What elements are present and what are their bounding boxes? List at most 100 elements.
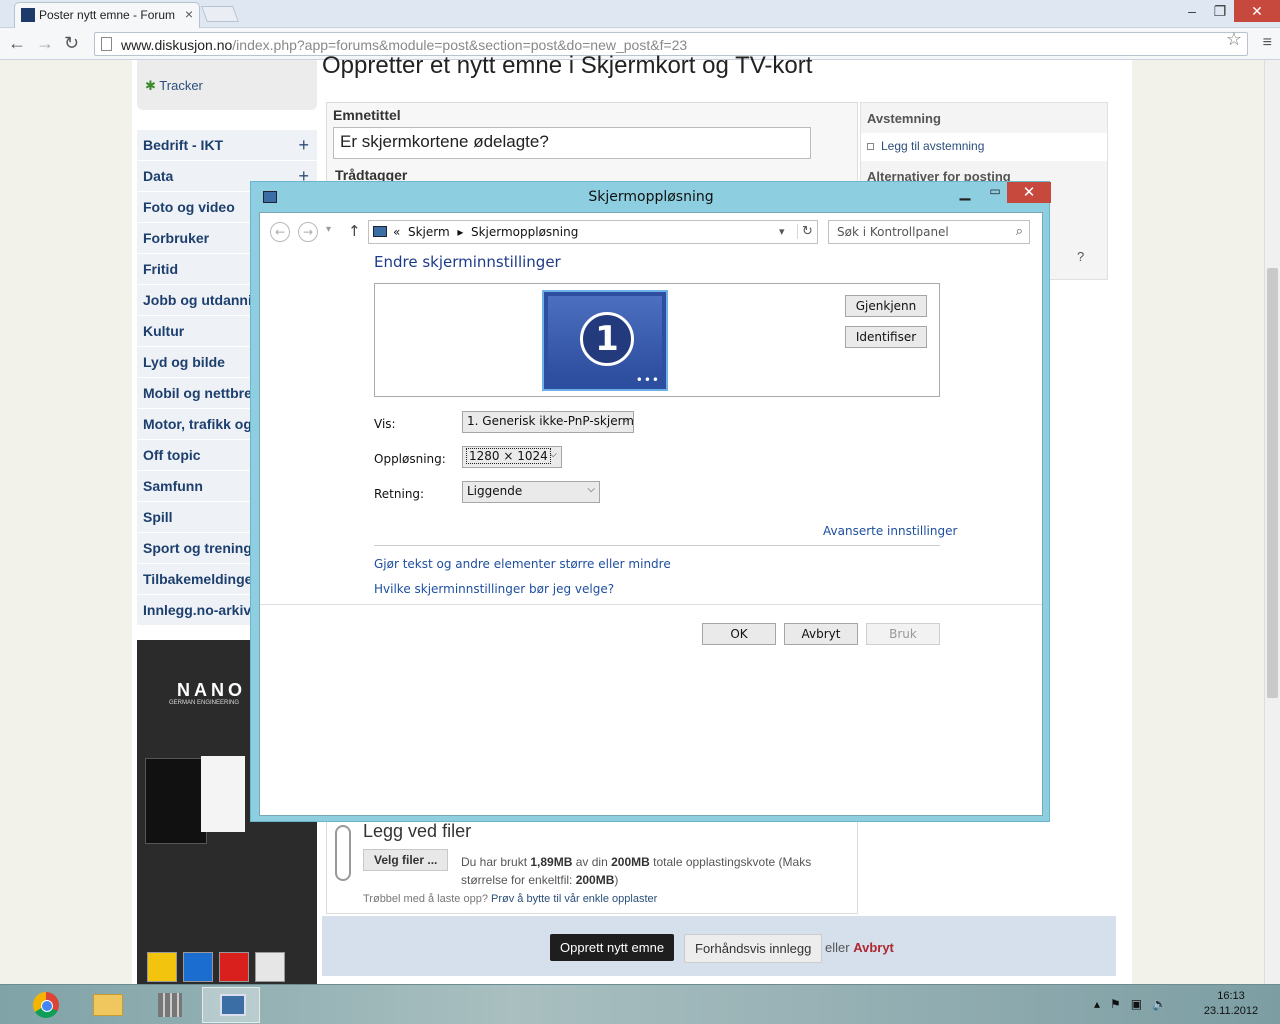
new-tab-button[interactable] (201, 6, 239, 22)
monitor-screen: 1 (548, 296, 662, 376)
forward-arrow-icon[interactable]: → (298, 222, 318, 242)
pc-case-image (201, 756, 245, 832)
recent-locations-chevron-icon[interactable]: ▾ (326, 224, 331, 235)
award-badge (255, 952, 285, 982)
dialog-body: ← → ▾ ↑ « Skjerm ▸ Skjermoppløsning ▾ ↻ … (259, 212, 1043, 816)
identify-button[interactable]: Identifiser (845, 326, 927, 348)
close-button[interactable]: ✕ (1234, 0, 1280, 22)
back-arrow-icon[interactable]: ← (8, 33, 26, 54)
search-input[interactable]: Søk i Kontrollpanel ⌕ (828, 220, 1030, 244)
monitor-icon (373, 226, 387, 237)
orientation-select[interactable]: Liggende ⌵ (462, 481, 600, 503)
attachments-box: Legg ved filer Velg filer ... Du har bru… (326, 816, 858, 914)
sidebar-top-box: ✱ Tracker (137, 60, 317, 110)
app-grid-icon (158, 993, 182, 1017)
breadcrumb-item[interactable]: Skjermoppløsning (471, 225, 578, 239)
dialog-close-button[interactable]: ✕ (1007, 182, 1051, 203)
breadcrumb-path: « Skjerm ▸ Skjermoppløsning (393, 225, 579, 239)
browser-window-controls: – ❐ ✕ (1178, 0, 1280, 22)
forward-arrow-icon[interactable]: → (36, 33, 54, 54)
settings-heading: Endre skjerminnstillinger (374, 253, 561, 271)
award-badge (183, 952, 213, 982)
chevron-down-icon: ⌵ (549, 449, 557, 460)
resolution-label: Oppløsning: (374, 452, 446, 466)
page-title: Oppretter et nytt emne i Skjermkort og T… (322, 52, 813, 79)
up-arrow-icon[interactable]: ↑ (348, 222, 361, 240)
menu-icon[interactable]: ≡ (1263, 34, 1272, 52)
taskbar-app[interactable] (140, 987, 198, 1023)
search-placeholder: Søk i Kontrollpanel (837, 225, 949, 239)
monitor-dots-icon: ••• (635, 373, 660, 387)
subject-input[interactable]: Er skjermkortene ødelagte? (333, 127, 811, 159)
or-cancel: eller Avbryt (825, 940, 894, 955)
category-item[interactable]: Bedrift - IKT + (137, 130, 317, 161)
browser-tab[interactable]: Poster nytt emne - Forum × (14, 2, 200, 28)
network-icon[interactable]: ▣ (1131, 997, 1142, 1011)
preview-post-button[interactable]: Forhåndsvis innlegg (684, 934, 823, 963)
advanced-settings-link[interactable]: Avanserte innstillinger (823, 524, 957, 538)
url-text: www.diskusjon.no/index.php?app=forums&mo… (121, 37, 688, 53)
ok-button[interactable]: OK (702, 623, 776, 645)
add-poll-link[interactable]: Legg til avstemning (881, 139, 984, 153)
chevron-down-icon[interactable]: ▾ (779, 225, 785, 238)
dialog-minimize-button[interactable]: ▁ (951, 184, 979, 204)
site-favicon-icon (21, 8, 35, 22)
subject-label: Emnetittel (333, 107, 401, 123)
dialog-maximize-button[interactable]: ▭ (981, 184, 1009, 204)
clock[interactable]: 16:13 23.11.2012 (1196, 989, 1266, 1019)
resolution-select[interactable]: 1280 × 1024 ⌵ (462, 446, 562, 468)
back-arrow-icon[interactable]: ← (270, 222, 290, 242)
monitor-number: 1 (580, 312, 634, 366)
detect-button[interactable]: Gjenkjenn (845, 295, 927, 317)
folder-icon (93, 994, 123, 1016)
help-question-mark[interactable]: ? (1077, 249, 1084, 264)
page-icon (101, 37, 112, 51)
create-topic-button[interactable]: Opprett nytt emne (550, 934, 675, 961)
monitor-thumbnail[interactable]: 1 ••• (542, 290, 668, 391)
award-badges (147, 952, 285, 982)
add-poll-row[interactable]: Legg til avstemning (861, 133, 1107, 161)
tracker-link[interactable]: ✱ Tracker (145, 78, 203, 94)
simple-uploader-link[interactable]: Prøv å bytte til vår enkle opplaster (491, 893, 657, 905)
refresh-icon[interactable]: ↻ (797, 224, 817, 239)
taskbar-explorer[interactable] (78, 987, 136, 1023)
chevron-down-icon: ⌵ (621, 414, 629, 425)
breadcrumb[interactable]: « Skjerm ▸ Skjermoppløsning ▾ ↻ (368, 220, 818, 244)
display-select[interactable]: 1. Generisk ikke-PnP-skjerm ⌵ (462, 411, 634, 433)
choose-files-button[interactable]: Velg filer ... (363, 849, 449, 871)
ad-logo: NANO (177, 680, 246, 700)
poll-header: Avstemning (867, 111, 941, 126)
taskbar-chrome[interactable] (16, 987, 74, 1023)
chevron-down-icon: ⌵ (587, 484, 595, 495)
windows-taskbar: ▴ ⚑ ▣ 🔈 16:13 23.11.2012 (0, 984, 1280, 1024)
scrollbar-thumb[interactable] (1267, 268, 1278, 698)
award-badge (147, 952, 177, 982)
expand-plus-icon[interactable]: + (298, 135, 309, 156)
tab-close-icon[interactable]: × (185, 6, 193, 22)
taskbar-control-panel[interactable] (202, 987, 260, 1023)
bookmark-star-icon[interactable]: ☆ (1226, 29, 1242, 50)
chrome-icon (33, 992, 59, 1018)
reload-icon[interactable]: ↻ (64, 33, 79, 54)
ad-tagline: GERMAN ENGINEERING (169, 700, 240, 706)
maximize-button[interactable]: ❐ (1206, 0, 1234, 22)
clock-date: 23.11.2012 (1203, 1005, 1259, 1017)
divider (260, 604, 1042, 605)
minimize-button[interactable]: – (1178, 0, 1206, 22)
upload-help: Trøbbel med å laste opp? Prøv å bytte ti… (363, 893, 658, 905)
divider (374, 545, 940, 546)
screen-resolution-dialog: Skjermoppløsning ▁ ▭ ✕ ← → ▾ ↑ « Skjerm … (250, 181, 1051, 822)
browser-tab-strip: Poster nytt emne - Forum × – ❐ ✕ (0, 0, 1280, 28)
volume-icon[interactable]: 🔈 (1152, 997, 1167, 1011)
text-size-link[interactable]: Gjør tekst og andre elementer større ell… (374, 557, 671, 571)
clock-time: 16:13 (1217, 990, 1245, 1002)
apply-button[interactable]: Bruk (866, 623, 940, 645)
explorer-navigation: ← → ▾ ↑ « Skjerm ▸ Skjermoppløsning ▾ ↻ … (260, 213, 1042, 253)
which-settings-link[interactable]: Hvilke skjerminnstillinger bør jeg velge… (374, 582, 614, 596)
cancel-link[interactable]: Avbryt (853, 940, 894, 955)
cancel-button[interactable]: Avbryt (784, 623, 858, 645)
flag-icon[interactable]: ⚑ (1110, 997, 1121, 1011)
breadcrumb-item[interactable]: Skjerm (408, 225, 450, 239)
tray-chevron-icon[interactable]: ▴ (1094, 997, 1100, 1011)
page-scrollbar[interactable] (1264, 60, 1280, 984)
